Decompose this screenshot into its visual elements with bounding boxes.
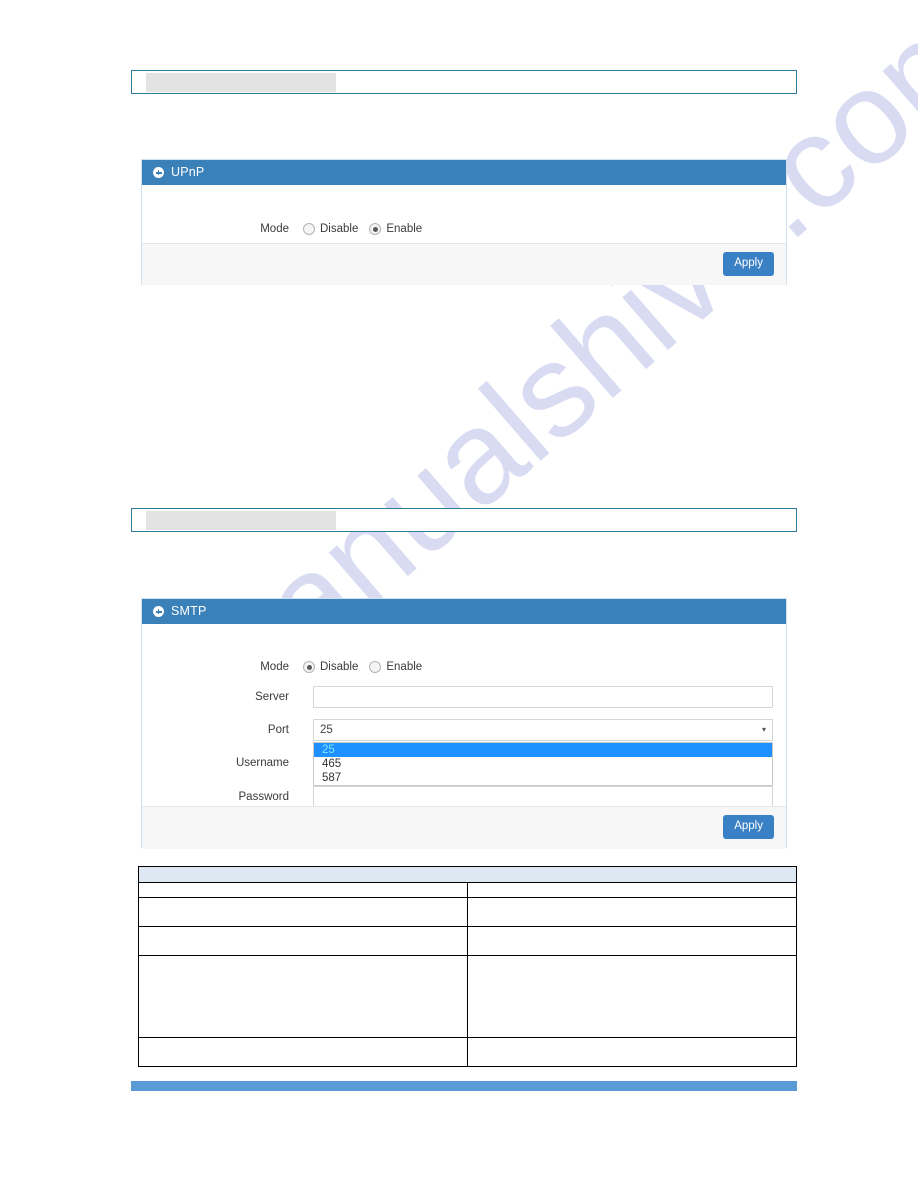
radio-icon-disable[interactable] xyxy=(303,223,315,235)
radio-icon-enable[interactable] xyxy=(369,661,382,673)
smtp-username-label: Username xyxy=(235,757,289,769)
smtp-mode-radio-group[interactable]: Disable Enable xyxy=(303,661,422,673)
table-row xyxy=(138,897,797,927)
table-header-cell xyxy=(138,866,797,883)
table-cell-name xyxy=(138,926,468,956)
smtp-port-option-587[interactable]: 587 xyxy=(314,771,772,785)
smtp-port-option-25[interactable]: 25 xyxy=(314,743,772,757)
table-cell-name xyxy=(138,897,468,927)
table-cell-name xyxy=(138,1037,468,1067)
smtp-server-label: Server xyxy=(255,691,289,703)
plus-circle-icon xyxy=(153,167,164,178)
table-cell-description xyxy=(467,955,797,1038)
table-row xyxy=(138,955,797,1038)
upnp-apply-button[interactable]: Apply xyxy=(723,252,774,276)
smtp-panel-footer: Apply xyxy=(142,806,786,849)
table-cell-description xyxy=(467,882,797,898)
upnp-panel-title: UPnP xyxy=(171,165,205,179)
table-cell-name xyxy=(138,955,468,1038)
smtp-port-label: Port xyxy=(267,724,289,736)
smtp-panel-header: SMTP xyxy=(142,599,786,624)
smtp-mode-option-disable-label: Disable xyxy=(320,661,359,673)
smtp-port-row: Port 25 ▾ xyxy=(142,719,786,741)
smtp-mode-option-enable-label: Enable xyxy=(386,661,423,673)
smtp-panel: SMTP Mode Disable Enable Server Port 25 … xyxy=(141,598,787,849)
smtp-port-selected-value: 25 xyxy=(320,724,333,736)
smtp-port-dropdown-list[interactable]: 25 465 587 xyxy=(313,742,773,786)
section-heading-bar-upnp xyxy=(131,70,797,94)
upnp-mode-option-disable[interactable]: Disable xyxy=(303,223,358,235)
heading-bar-left-block xyxy=(146,73,336,92)
upnp-panel-footer: Apply xyxy=(142,243,786,285)
smtp-mode-option-disable[interactable]: Disable xyxy=(303,661,358,673)
smtp-mode-label: Mode xyxy=(260,661,289,673)
description-table xyxy=(138,866,797,1067)
smtp-server-input[interactable] xyxy=(313,686,773,708)
upnp-mode-option-enable[interactable]: Enable xyxy=(369,223,422,235)
table-cell-name xyxy=(138,882,468,898)
smtp-mode-option-enable[interactable]: Enable xyxy=(369,661,422,673)
table-cell-description xyxy=(467,926,797,956)
chevron-down-icon: ▾ xyxy=(761,725,766,734)
smtp-password-input[interactable] xyxy=(313,786,773,808)
radio-icon-disable[interactable] xyxy=(303,661,315,673)
table-cell-description xyxy=(467,897,797,927)
upnp-mode-row: Mode Disable Enable xyxy=(142,223,786,235)
section-heading-bar-smtp xyxy=(131,508,797,532)
smtp-mode-row: Mode Disable Enable xyxy=(142,661,786,673)
smtp-port-option-465[interactable]: 465 xyxy=(314,757,772,771)
smtp-panel-body: Mode Disable Enable Server Port 25 ▾ 25 … xyxy=(142,624,786,808)
table-row xyxy=(138,882,797,898)
smtp-panel-title: SMTP xyxy=(171,604,207,618)
radio-icon-enable[interactable] xyxy=(369,223,382,235)
smtp-port-select[interactable]: 25 ▾ xyxy=(313,719,773,741)
upnp-mode-label: Mode xyxy=(260,223,289,235)
plus-circle-icon xyxy=(153,606,164,617)
upnp-panel: UPnP Mode Disable Enable Apply xyxy=(141,159,787,285)
page-footer-bar xyxy=(131,1081,797,1091)
smtp-password-label: Password xyxy=(238,791,290,803)
smtp-apply-button[interactable]: Apply xyxy=(723,815,774,839)
table-header-row xyxy=(138,866,797,883)
upnp-mode-option-disable-label: Disable xyxy=(320,223,359,235)
table-row xyxy=(138,1037,797,1067)
smtp-server-row: Server xyxy=(142,686,786,708)
upnp-mode-radio-group[interactable]: Disable Enable xyxy=(303,223,422,235)
table-row xyxy=(138,926,797,956)
smtp-password-row: Password xyxy=(142,786,786,808)
table-cell-description xyxy=(467,1037,797,1067)
upnp-panel-header: UPnP xyxy=(142,160,786,185)
heading-bar-left-block-2 xyxy=(146,511,336,530)
upnp-mode-option-enable-label: Enable xyxy=(386,223,423,235)
upnp-panel-body: Mode Disable Enable xyxy=(142,185,786,243)
